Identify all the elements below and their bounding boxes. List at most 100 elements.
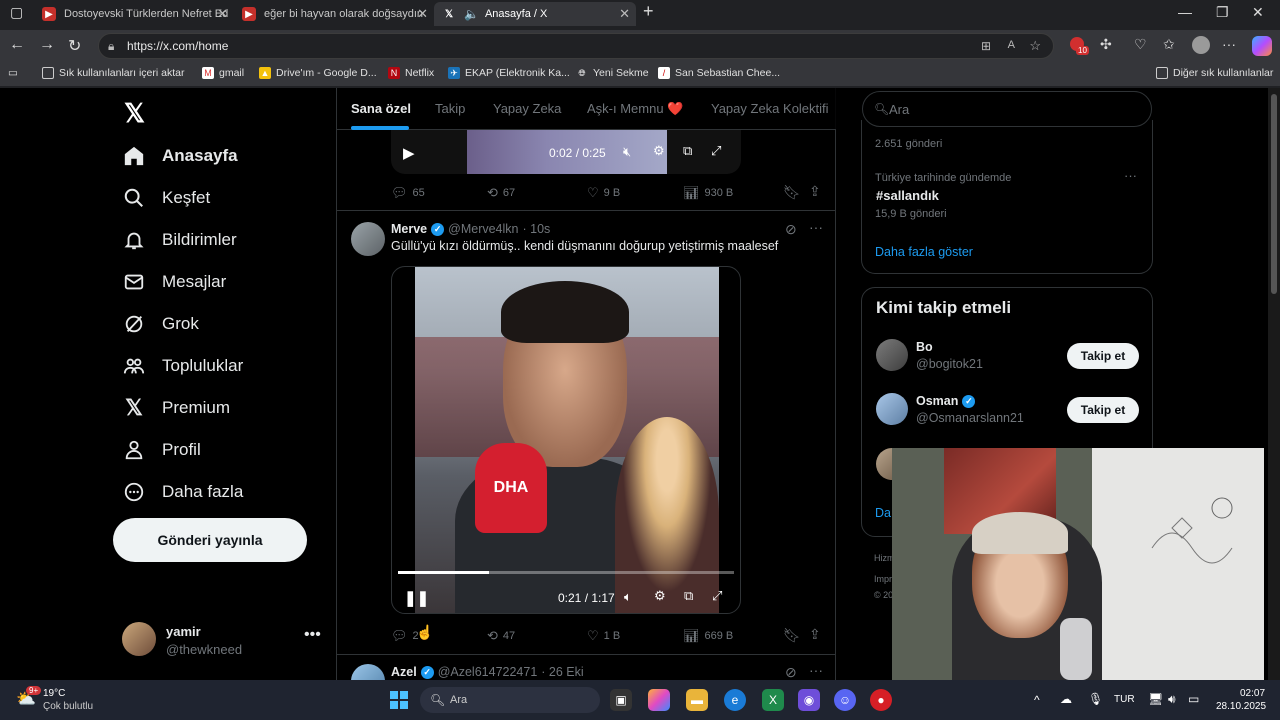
performance-icon[interactable]: ♡ (1134, 36, 1147, 53)
grok-icon[interactable]: ⊘ (785, 664, 797, 680)
onedrive-icon[interactable]: ☁ (1060, 692, 1072, 706)
network-icon[interactable]: 🖥︎ (1148, 692, 1163, 706)
more-dots-icon[interactable]: ··· (1124, 168, 1137, 183)
close-tab-icon[interactable]: ✕ (417, 6, 428, 22)
tab-yapay-zeka[interactable]: Yapay Zeka (493, 101, 561, 116)
show-more-link[interactable]: Daha fazla göster (875, 245, 973, 259)
views-button[interactable]: 📊︎ 930 B (683, 185, 733, 201)
settings-gear-icon[interactable]: ⚙ (654, 588, 666, 604)
previous-post-video[interactable]: ▶ 0:02 / 0:25 🔇︎ ⚙ ⧉ ⤢ (391, 130, 741, 174)
repost-button[interactable]: ⟲ 47 (487, 628, 515, 644)
tab-for-you[interactable]: Sana özel (351, 101, 411, 116)
follow-button[interactable]: Takip et (1067, 343, 1139, 369)
nav-explore[interactable]: Keşfet (122, 186, 210, 210)
refresh-icon[interactable]: ↻ (68, 36, 81, 56)
back-icon[interactable]: ← (9, 36, 25, 54)
discord-icon[interactable]: ☺ (834, 689, 856, 711)
bookmark-drive[interactable]: ▲ Drive'ım - Google D... (259, 67, 377, 79)
maximize-icon[interactable]: ❐ (1216, 4, 1229, 21)
post-video[interactable]: DHA ❚❚ 0:21 / 1:17 🔈︎ ⚙ ⧉ ⤢ (391, 266, 741, 614)
close-tab-icon[interactable]: ✕ (217, 6, 228, 22)
footer-link[interactable]: Impri (874, 574, 894, 584)
page-scrollbar[interactable] (1268, 88, 1280, 680)
excel-icon[interactable]: X (762, 689, 784, 711)
show-hidden-icons-icon[interactable]: ^ (1034, 693, 1040, 707)
language-indicator[interactable]: TUR (1114, 694, 1135, 705)
reply-button[interactable]: 💬︎ 2 (391, 628, 419, 644)
account-switcher[interactable]: yamir @thewkneed ••• (122, 620, 322, 660)
bookmark-gmail[interactable]: Mgmail (202, 67, 244, 79)
task-view-icon[interactable]: ▣ (610, 689, 632, 711)
fullscreen-icon[interactable]: ⤢ (712, 588, 722, 604)
show-more-link[interactable]: Da (875, 506, 891, 520)
browser-tab-1[interactable]: ▶ Dostoyevski Türklerden Nefret Ed ✕ (34, 2, 234, 26)
edge-icon[interactable]: e (724, 689, 746, 711)
trend-name[interactable]: #sallandık (876, 188, 939, 203)
more-dots-icon[interactable]: ··· (809, 662, 823, 678)
tab-actions-icon[interactable]: ▢ (10, 4, 23, 21)
copilot-icon[interactable] (648, 689, 670, 711)
like-button[interactable]: ♡ 1 B (587, 628, 620, 644)
pause-icon[interactable]: ❚❚ (404, 589, 429, 607)
nav-communities[interactable]: Topluluklar (122, 354, 243, 378)
windows-start-icon[interactable] (388, 689, 410, 711)
grok-icon[interactable]: ⊘ (785, 221, 797, 238)
post-author[interactable]: Merve ✓ @Merve4lkn · 10s (391, 222, 550, 236)
tab-ask-i-memnu[interactable]: Aşk-ı Memnu ❤️ (587, 101, 683, 117)
browser-tab-2[interactable]: ▶ eğer bi hayvan olarak doğsaydın ✕ (234, 2, 434, 26)
x-logo-icon[interactable]: 𝕏 (124, 98, 145, 129)
follow-button[interactable]: Takip et (1067, 397, 1139, 423)
app-icon[interactable]: ● (870, 689, 892, 711)
tab-following[interactable]: Takip (435, 101, 465, 116)
views-button[interactable]: 📊︎ 669 B (683, 628, 733, 644)
bookmark-new-tab[interactable]: 🌐︎ Yeni Sekme (576, 67, 648, 79)
app-icon[interactable]: ◉ (798, 689, 820, 711)
repost-button[interactable]: ⟲ 67 (487, 185, 515, 201)
collections-icon[interactable]: ✩ (1163, 36, 1175, 53)
browser-tab-3-active[interactable]: 𝕏 🔈 Anasayfa / X ✕ (434, 2, 636, 26)
play-icon[interactable]: ▶ (403, 144, 415, 162)
other-bookmarks[interactable]: Diğer sık kullanılanlar (1156, 67, 1273, 79)
clock-time[interactable]: 02:07 (1240, 688, 1265, 699)
fullscreen-icon[interactable]: ⤢ (711, 143, 721, 159)
clock-date[interactable]: 28.10.2025 (1216, 701, 1266, 712)
copilot-icon[interactable] (1252, 36, 1272, 56)
extensions-puzzle-icon[interactable]: ✣ (1100, 36, 1112, 53)
close-window-icon[interactable]: ✕ (1252, 4, 1264, 21)
nav-notifications[interactable]: Bildirimler (122, 228, 237, 252)
pip-icon[interactable]: ⧉ (684, 588, 693, 604)
tab-yapay-zeka-kolektifi[interactable]: Yapay Zeka Kolektifi (711, 101, 829, 116)
bookmark-icon[interactable]: 🔖︎ (783, 184, 801, 201)
share-icon[interactable]: ⇪ (809, 183, 821, 200)
apps-icon[interactable]: ⊞ (981, 39, 991, 53)
pip-icon[interactable]: ⧉ (683, 143, 692, 159)
nav-profile[interactable]: Profil (122, 438, 201, 462)
post-author[interactable]: Azel ✓ @Azel614722471 · 26 Eki (391, 665, 584, 679)
scrollbar-thumb[interactable] (1271, 94, 1277, 294)
read-aloud-icon[interactable]: A (1008, 39, 1015, 51)
like-button[interactable]: ♡ 9 B (587, 185, 620, 201)
follow-name[interactable]: Bo (916, 340, 933, 354)
settings-gear-icon[interactable]: ⚙ (653, 143, 665, 159)
mute-icon[interactable]: 🔇︎ (623, 144, 631, 160)
avatar[interactable] (351, 664, 385, 680)
battery-icon[interactable]: ▭ (1188, 692, 1199, 706)
favorite-star-icon[interactable]: ☆ (1029, 38, 1041, 54)
nav-grok[interactable]: Grok (122, 312, 199, 336)
nav-premium[interactable]: 𝕏 Premium (122, 395, 230, 420)
bookmark-netflix[interactable]: N Netflix (388, 67, 434, 79)
nav-messages[interactable]: Mesajlar (122, 270, 226, 294)
forward-icon[interactable]: → (39, 36, 55, 54)
menu-dots-icon[interactable]: ··· (1222, 36, 1236, 52)
volume-icon[interactable]: 🔈︎ (624, 589, 632, 605)
bookmark-ekap[interactable]: ✈ EKAP (Elektronik Ka... (448, 67, 570, 79)
microphone-icon[interactable]: 🎙︎ (1088, 692, 1103, 706)
avatar[interactable] (351, 222, 385, 256)
post-button[interactable]: Gönderi yayınla (113, 518, 307, 562)
share-icon[interactable]: ⇪ (809, 626, 821, 643)
taskbar-search[interactable]: 🔍︎ Ara (420, 687, 600, 713)
address-bar[interactable]: 🔒︎ https://x.com/home ⊞ A ☆ (98, 33, 1054, 59)
file-explorer-icon[interactable]: ▬ (686, 689, 708, 711)
more-dots-icon[interactable]: ··· (809, 219, 823, 235)
search-input[interactable]: 🔍︎ Ara (862, 91, 1152, 127)
